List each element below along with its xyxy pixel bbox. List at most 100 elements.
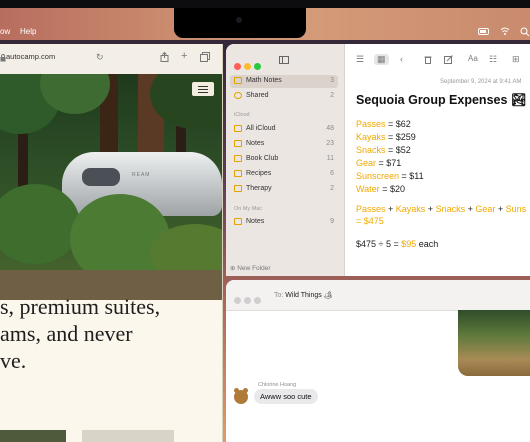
variable-value: = $62 <box>388 119 411 129</box>
folder-shared[interactable]: Shared 2 <box>230 90 338 103</box>
search-icon[interactable] <box>520 27 530 36</box>
thumbnail-image[interactable] <box>82 430 174 442</box>
close-button[interactable] <box>234 297 241 304</box>
folder-label: Notes <box>246 218 265 225</box>
wifi-icon[interactable] <box>500 27 510 35</box>
back-icon[interactable]: ‹ <box>400 54 403 64</box>
folder-count: 3 <box>330 77 334 84</box>
section-header-on-my-mac: On My Mac <box>234 206 263 212</box>
variable-name: Snacks <box>356 145 386 155</box>
variable-name: Passes <box>356 119 386 129</box>
folder-icon <box>234 218 242 225</box>
zoom-button[interactable] <box>254 63 261 70</box>
thumbnail-image[interactable] <box>0 430 66 442</box>
variable-value: = $259 <box>388 132 416 142</box>
list-view-icon[interactable]: ☰ <box>356 54 364 65</box>
division-line: $475 ÷ 5 = $95 each <box>356 239 438 249</box>
variable-name: Sunscreen <box>356 171 400 181</box>
close-button[interactable] <box>234 63 241 70</box>
address-bar[interactable]: autocamp.com <box>6 52 55 61</box>
folder-all-icloud[interactable]: All iCloud 48 <box>230 123 338 136</box>
folder-icon <box>234 185 242 192</box>
format-text-icon[interactable]: Aa <box>468 54 478 63</box>
tagline-line-1: s, premium suites, <box>0 294 161 319</box>
section-header-icloud: iCloud <box>234 112 250 118</box>
shared-icon <box>234 92 242 99</box>
messages-toolbar: To: Wild Things 🏕 <box>226 280 530 311</box>
recipient-field[interactable]: To: Wild Things 🏕 <box>274 291 333 299</box>
trash-icon[interactable] <box>424 55 432 64</box>
new-tab-icon[interactable]: + <box>181 50 187 62</box>
variable-name: Kayaks <box>356 132 386 142</box>
avatar[interactable] <box>234 388 248 404</box>
safari-window: autocamp.com ↻ + REAM s, premium suites,… <box>0 44 223 442</box>
folder-count: 2 <box>330 92 334 99</box>
shared-photo[interactable] <box>458 310 530 376</box>
gallery-view-icon[interactable]: ▦ <box>374 54 389 65</box>
message-bubble[interactable]: Awww soo cute <box>254 389 318 404</box>
folder-count: 23 <box>326 140 334 147</box>
folder-math-notes[interactable]: Math Notes 3 <box>230 75 338 88</box>
sum-term: Gear <box>475 204 496 214</box>
bezel <box>0 0 530 8</box>
new-folder-button[interactable]: ⊕ New Folder <box>230 264 271 272</box>
table-icon[interactable]: ⊞ <box>512 54 520 65</box>
menu-app[interactable]: ow <box>0 27 10 36</box>
folder-mac-notes[interactable]: Notes 9 <box>230 216 338 229</box>
notes-sidebar: Math Notes 3 Shared 2 iCloud All iCloud … <box>226 44 345 276</box>
minimize-button[interactable] <box>244 297 251 304</box>
expense-line: Water = $20 <box>356 184 405 194</box>
camera-icon <box>236 17 242 23</box>
to-label: To: <box>274 292 284 299</box>
folder-notes[interactable]: Notes 23 <box>230 138 338 151</box>
recipient-name: Wild Things 🏕 <box>285 292 333 299</box>
trailer-window <box>82 168 120 186</box>
hamburger-menu-button[interactable] <box>192 82 214 96</box>
window-controls <box>234 291 264 309</box>
sidebar-toggle-icon[interactable] <box>279 56 289 64</box>
folder-label: Book Club <box>246 155 279 162</box>
folder-label: Math Notes <box>246 77 282 84</box>
menu-line <box>198 86 208 88</box>
note-title[interactable]: Sequoia Group Expenses 🏞 <box>356 93 527 108</box>
desktop: ow Help autocamp.com ↻ + REAM s, premium… <box>0 0 530 442</box>
safari-toolbar: autocamp.com ↻ + <box>0 44 222 75</box>
menu-help[interactable]: Help <box>20 27 36 36</box>
camera-notch <box>174 8 306 38</box>
sum-expression: Passes + Kayaks + Snacks + Gear + Suns <box>356 204 527 214</box>
minimize-button[interactable] <box>244 63 251 70</box>
expense-line: Snacks = $52 <box>356 145 411 155</box>
compose-icon[interactable] <box>444 55 453 64</box>
tagline: s, premium suites, ams, and never ve. <box>0 293 222 374</box>
sender-name: Chlorine Hoang <box>258 382 297 388</box>
variable-value: = $20 <box>382 184 405 194</box>
share-icon[interactable] <box>160 52 169 62</box>
folder-book-club[interactable]: Book Club 11 <box>230 153 338 166</box>
variable-value: = $11 <box>401 171 424 181</box>
tabs-overview-icon[interactable] <box>200 52 210 62</box>
sum-result: = $475 <box>356 216 384 226</box>
variable-name: Gear <box>356 158 377 168</box>
plus-circle-icon: ⊕ <box>230 265 236 272</box>
variable-value: = $52 <box>388 145 411 155</box>
tagline-line-3: ve. <box>0 348 27 373</box>
folder-count: 2 <box>330 185 334 192</box>
folder-icon <box>234 170 242 177</box>
hero-image: REAM <box>0 74 222 300</box>
battery-icon[interactable] <box>478 28 490 35</box>
folder-therapy[interactable]: Therapy 2 <box>230 183 338 196</box>
variable-name: Water <box>356 184 380 194</box>
folder-count: 9 <box>330 218 334 225</box>
folder-label: Notes <box>246 140 265 147</box>
division-expression: $475 ÷ 5 = <box>356 239 399 249</box>
menu-line <box>198 92 208 94</box>
folder-icon <box>234 155 242 162</box>
folder-icon <box>234 125 242 132</box>
sum-term: Kayaks <box>395 204 426 214</box>
zoom-button[interactable] <box>254 297 261 304</box>
reload-icon[interactable]: ↻ <box>96 52 104 63</box>
checklist-icon[interactable]: ☷ <box>489 54 497 65</box>
folder-recipes[interactable]: Recipes 6 <box>230 168 338 181</box>
menu-line <box>198 89 208 91</box>
window-controls <box>234 57 264 75</box>
